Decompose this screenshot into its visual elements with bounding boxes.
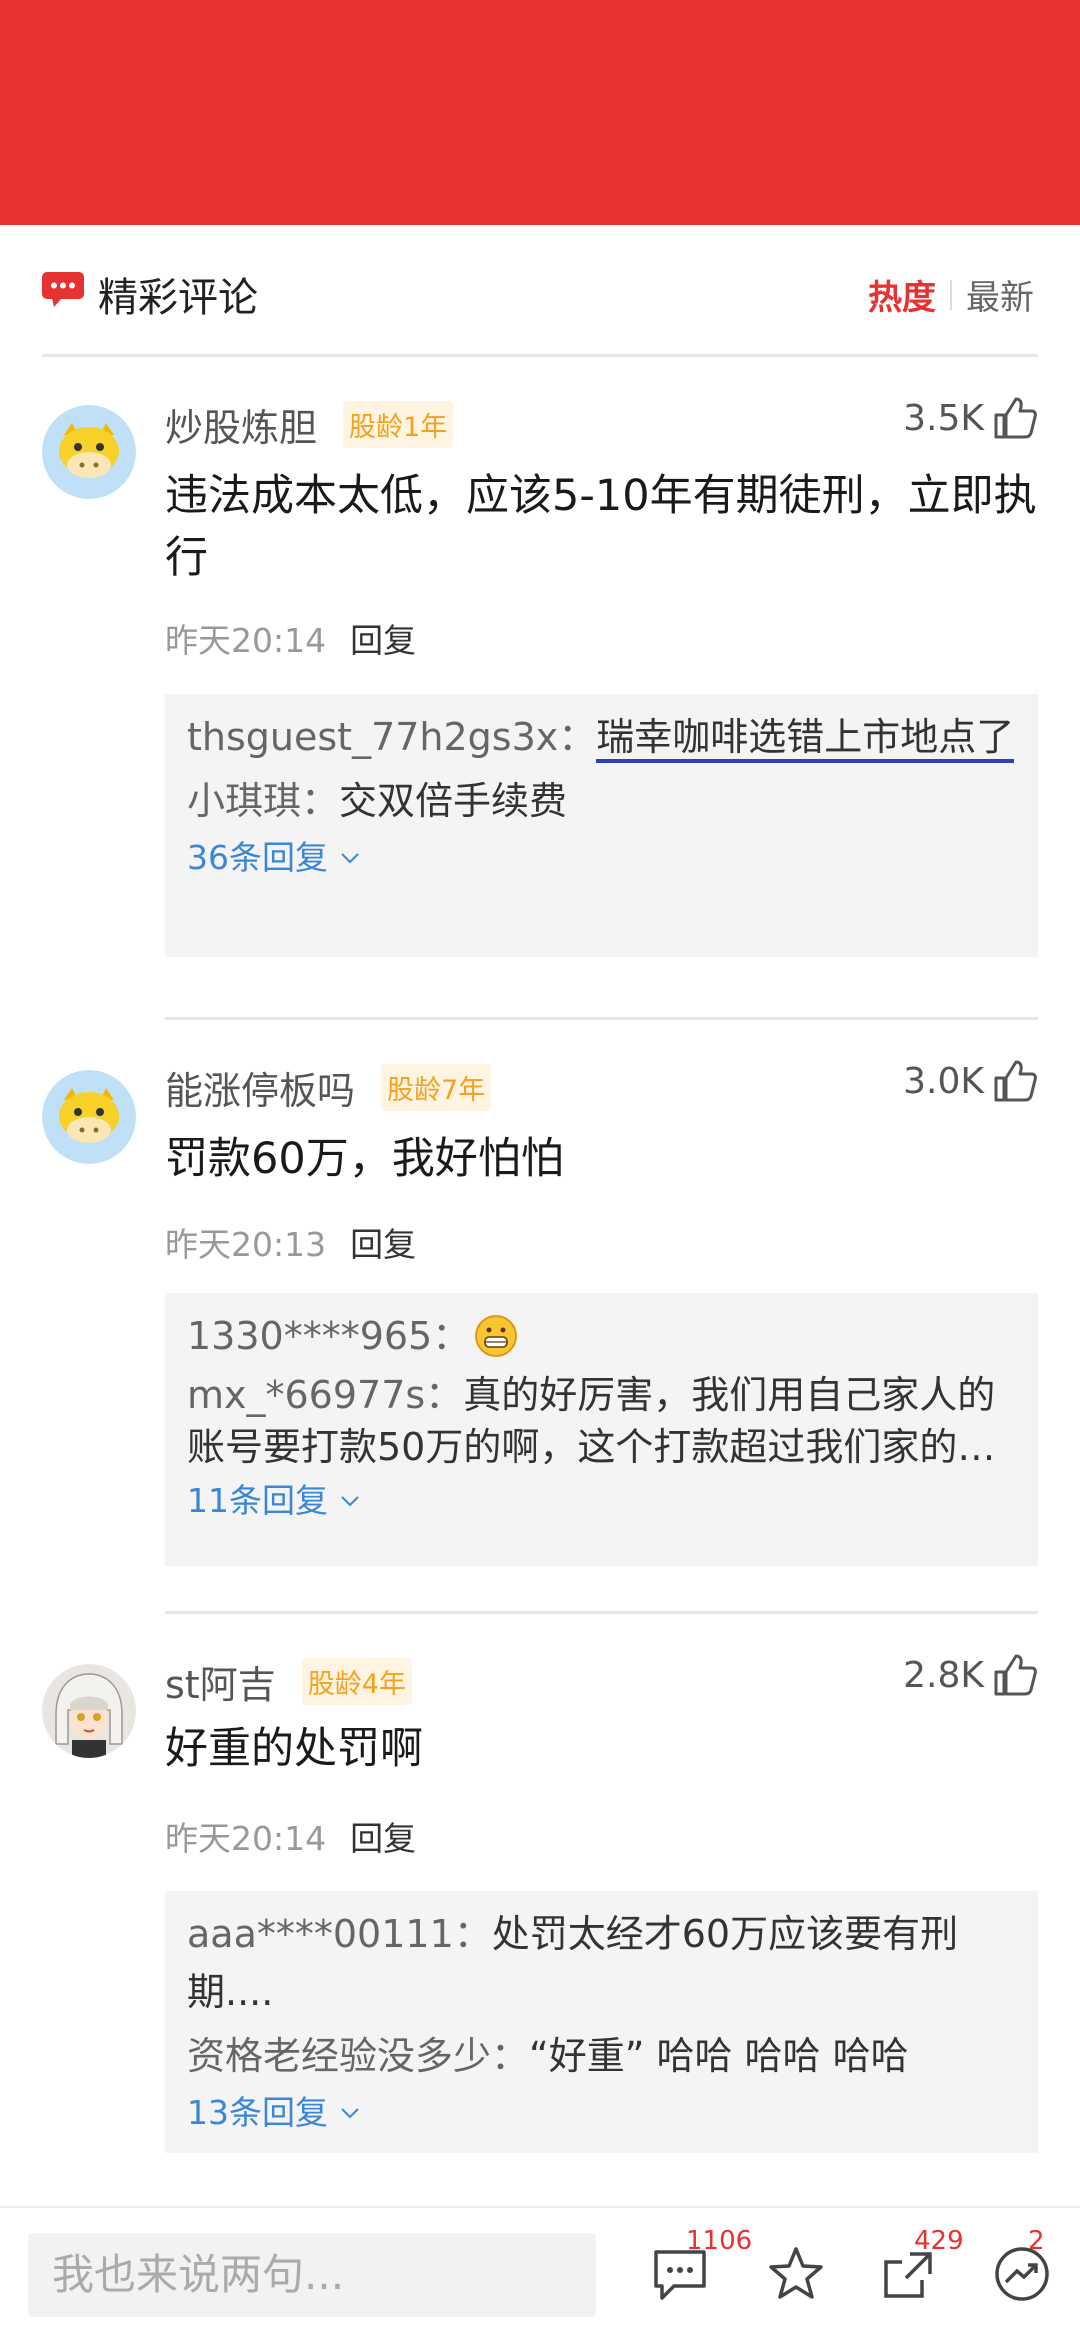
replies-box[interactable]: aaa****00111：处罚太经才60万应该要有刑期.... 资格老经验没多少…	[165, 1891, 1038, 2153]
section-title: 精彩评论	[98, 275, 258, 321]
thumbs-up-icon	[994, 397, 1037, 439]
reply-text: 交双倍手续费	[339, 779, 568, 823]
comment-time: 昨天20:14	[165, 1819, 327, 1858]
cow-avatar[interactable]	[42, 405, 136, 499]
stock-age-badge: 股龄1年	[343, 401, 454, 448]
bottom-action-bar: 我也来说两句... 1106 429 2	[0, 2206, 1080, 2340]
share-count: 429	[914, 2226, 964, 2256]
like-count: 3.5K	[903, 397, 984, 439]
sort-new-tab[interactable]: 最新	[966, 270, 1034, 319]
comment-time: 昨天20:13	[165, 1225, 327, 1264]
reply-item[interactable]: aaa****00111：处罚太经才60万应该要有刑期....	[187, 1905, 1016, 2021]
username[interactable]: 能涨停板吗	[165, 1060, 355, 1115]
chevron-down-icon	[341, 2108, 359, 2119]
more-replies-label: 13条回复	[187, 2093, 328, 2132]
comment-content: 罚款60万，我好怕怕	[165, 1134, 564, 1184]
replies-box[interactable]: 1330****965： mx_*66977s：真的好厉害，我们用自己家人的账号…	[165, 1293, 1038, 1566]
comment-content: 好重的处罚啊	[165, 1724, 423, 1774]
reply-item[interactable]: 资格老经验没多少：“好重” 哈哈 哈哈 哈哈	[187, 2027, 1016, 2085]
chevron-down-icon	[341, 853, 359, 864]
comment-time: 昨天20:14	[165, 621, 327, 660]
reply-button[interactable]: 回复	[350, 1225, 416, 1264]
trend-count: 2	[1028, 2226, 1045, 2256]
more-replies-label: 11条回复	[187, 1481, 328, 1520]
comment-bubble-icon	[42, 272, 84, 307]
thumbs-up-icon	[994, 1654, 1037, 1696]
sort-hot-tab[interactable]: 热度	[868, 270, 936, 319]
more-replies-link[interactable]: 13条回复	[187, 2085, 1016, 2141]
like-button[interactable]: 2.8K	[903, 1652, 1038, 1698]
sort-switch: 热度 最新	[868, 270, 1034, 319]
username[interactable]: 炒股炼胆	[165, 397, 317, 452]
reply-text: 瑞幸咖啡选错上市地点了	[596, 715, 1015, 763]
comment-item: 炒股炼胆 股龄1年 3.5K 违法成本太低，应该5-10年有期徒刑，立即执行 昨…	[42, 357, 1038, 1017]
sort-divider	[950, 279, 952, 310]
stock-age-badge: 股龄4年	[301, 1658, 412, 1705]
comments-section-header: 精彩评论 热度 最新	[42, 225, 1038, 357]
thumbs-up-icon	[994, 1060, 1037, 1102]
reply-item[interactable]: mx_*66977s：真的好厉害，我们用自己家人的账号要打款50万的啊，这个打款…	[187, 1369, 1016, 1473]
reply-username[interactable]: thsguest_77h2gs3x：	[187, 715, 596, 759]
top-banner	[0, 0, 1080, 225]
like-count: 2.8K	[903, 1654, 984, 1696]
chevron-down-icon	[341, 1496, 359, 1507]
anime-girl-avatar[interactable]	[42, 1664, 136, 1758]
star-icon[interactable]	[766, 2244, 826, 2304]
more-replies-link[interactable]: 11条回复	[187, 1473, 1016, 1529]
stock-age-badge: 股龄7年	[381, 1064, 492, 1111]
reply-username[interactable]: mx_*66977s：	[187, 1373, 463, 1417]
like-button[interactable]: 3.5K	[903, 395, 1038, 441]
comment-count: 1106	[686, 2226, 753, 2256]
reply-item[interactable]: 小琪琪：交双倍手续费	[187, 772, 1016, 830]
reply-button[interactable]: 回复	[350, 621, 416, 660]
comment-item: 能涨停板吗 股龄7年 3.0K 罚款60万，我好怕怕 昨天20:13 回复 133…	[42, 1020, 1038, 1610]
reply-item[interactable]: thsguest_77h2gs3x：瑞幸咖啡选错上市地点了	[187, 708, 1016, 766]
cow-avatar[interactable]	[42, 1070, 136, 1164]
reply-button[interactable]: 回复	[350, 1819, 416, 1858]
replies-box[interactable]: thsguest_77h2gs3x：瑞幸咖啡选错上市地点了 小琪琪：交双倍手续费…	[165, 694, 1038, 957]
grin-emoji-icon	[475, 1315, 518, 1357]
reply-username[interactable]: 资格老经验没多少：	[187, 2034, 529, 2078]
username[interactable]: st阿吉	[165, 1654, 276, 1709]
like-count: 3.0K	[903, 1060, 984, 1102]
comment-item: st阿吉 股龄4年 2.8K 好重的处罚啊 昨天20:14 回复 aaa****0…	[42, 1614, 1038, 2174]
comment-input[interactable]: 我也来说两句...	[28, 2233, 596, 2317]
reply-username[interactable]: 1330****965：	[187, 1307, 470, 1365]
comment-content: 违法成本太低，应该5-10年有期徒刑，立即执行	[165, 471, 1037, 583]
reply-username[interactable]: 小琪琪：	[187, 779, 339, 823]
like-button[interactable]: 3.0K	[903, 1058, 1038, 1104]
more-replies-link[interactable]: 36条回复	[187, 830, 1016, 886]
reply-text: “好重” 哈哈 哈哈 哈哈	[529, 2034, 909, 2078]
more-replies-label: 36条回复	[187, 838, 328, 877]
reply-username[interactable]: aaa****00111：	[187, 1912, 492, 1956]
reply-item[interactable]: 1330****965：	[187, 1307, 1016, 1365]
